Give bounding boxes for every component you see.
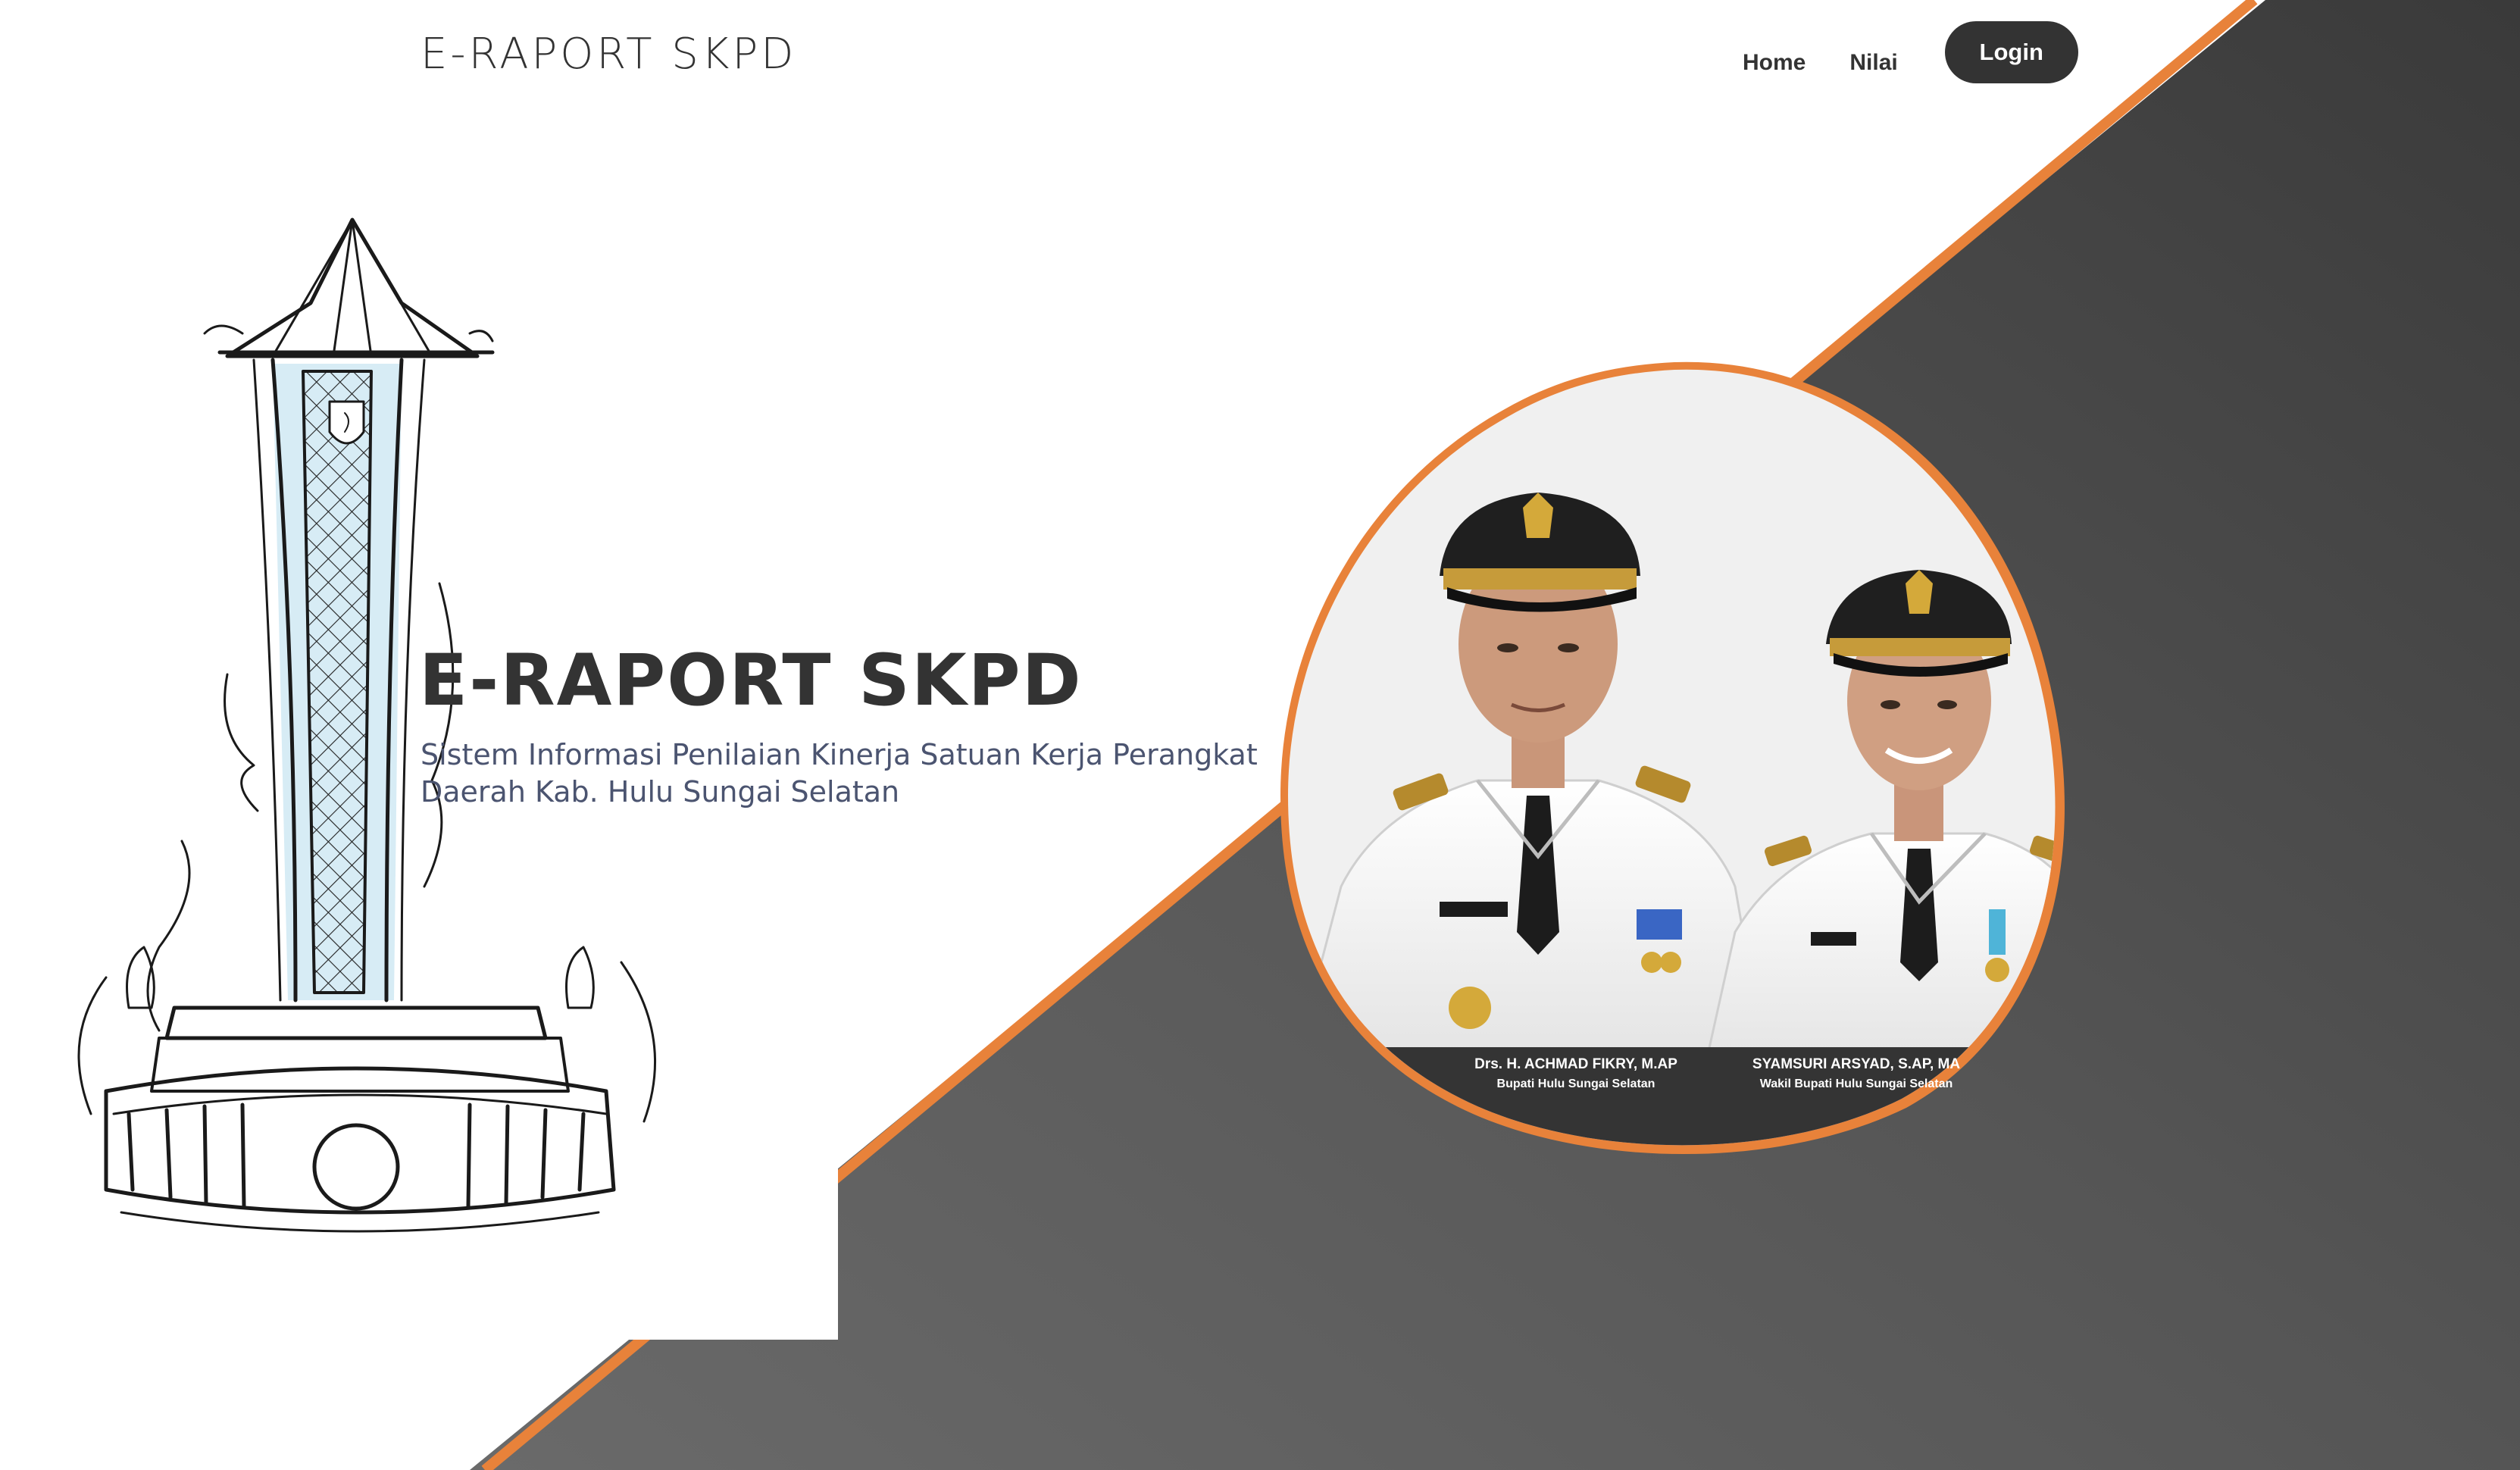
official-name: SYAMSURI ARSYAD, S.AP, MA xyxy=(1752,1056,1961,1072)
monument-sketch-illustration xyxy=(77,217,657,1233)
site-brand[interactable]: E-RAPORT SKPD xyxy=(421,26,796,83)
hero-subtitle-line1: Sistem Informasi Penilaian Kinerja Satua… xyxy=(421,738,1258,771)
login-button[interactable]: Login xyxy=(1944,21,2078,83)
hero-title: E-RAPORT SKPD xyxy=(419,640,1083,722)
nav-home-link[interactable]: Home xyxy=(1743,29,1806,76)
main-nav: Home Nilai Login xyxy=(1743,21,2078,83)
hero-subtitle-line2: Daerah Kab. Hulu Sungai Selatan xyxy=(421,775,900,808)
official-role: Wakil Bupati Hulu Sungai Selatan xyxy=(1759,1077,1953,1090)
nav-nilai-link[interactable]: Nilai xyxy=(1849,29,1897,76)
officials-portrait-photo xyxy=(1280,361,2065,1155)
official-caption-wakil-bupati: SYAMSURI ARSYAD, S.AP, MA Wakil Bupati H… xyxy=(1690,1056,2023,1091)
landing-page: E-RAPORT SKPD Home Nilai Login E-RAPORT … xyxy=(0,0,2520,1470)
hero-subtitle: Sistem Informasi Penilaian Kinerja Satua… xyxy=(421,737,1292,811)
